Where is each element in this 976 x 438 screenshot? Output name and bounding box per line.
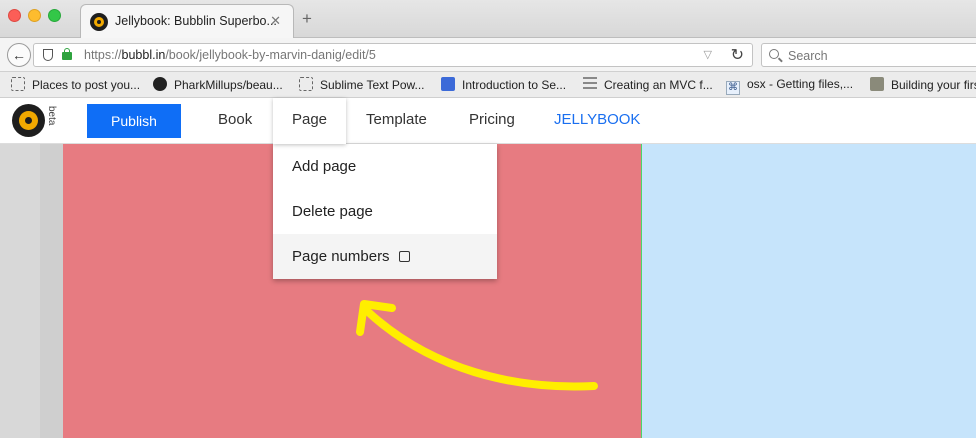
browser-nav-bar: ← https://bubbl.in/book/jellybook-by-mar… xyxy=(0,38,976,72)
reload-icon[interactable]: ↻ xyxy=(731,45,744,65)
nav-jellybook[interactable]: JELLYBOOK xyxy=(554,98,640,144)
browser-tab-bar: Jellybook: Bubblin Superbo... ✕ + xyxy=(0,0,976,39)
nav-pricing[interactable]: Pricing xyxy=(469,98,515,144)
bookmark-item[interactable]: Creating an MVC f... xyxy=(583,77,713,93)
page-icon xyxy=(299,77,313,91)
url-domain: bubbl.in xyxy=(121,48,166,62)
publish-button[interactable]: Publish xyxy=(87,104,181,138)
bookmark-item[interactable]: PharkMillups/beau... xyxy=(153,77,283,93)
shield-icon xyxy=(43,49,53,61)
new-tab-button[interactable]: + xyxy=(302,10,312,27)
bookmark-item[interactable]: ⌘ osx - Getting files,... xyxy=(726,77,853,95)
search-icon xyxy=(769,49,779,59)
url-text[interactable]: https://bubbl.in/book/jellybook-by-marvi… xyxy=(84,48,376,62)
nav-page[interactable]: Page xyxy=(273,98,346,144)
page-icon xyxy=(11,77,25,91)
window-zoom-button[interactable] xyxy=(48,9,61,22)
jellybook-favicon-icon xyxy=(90,13,108,31)
window-minimize-button[interactable] xyxy=(28,9,41,22)
lock-icon xyxy=(62,48,72,60)
tab-close-icon[interactable]: ✕ xyxy=(270,13,281,29)
bookmark-item[interactable]: Introduction to Se... xyxy=(441,77,566,93)
page-numbers-item[interactable]: Page numbers xyxy=(273,234,497,279)
app-header: beta Publish Book Page Template Pricing … xyxy=(0,98,976,144)
command-icon: ⌘ xyxy=(726,81,740,95)
search-placeholder: Search xyxy=(788,49,828,63)
beta-label: beta xyxy=(46,106,57,126)
back-button[interactable]: ← xyxy=(7,43,31,67)
browser-tab[interactable]: Jellybook: Bubblin Superbo... ✕ xyxy=(80,4,294,39)
window-close-button[interactable] xyxy=(8,9,21,22)
left-gutter xyxy=(0,144,40,438)
bubblin-logo[interactable] xyxy=(12,104,45,137)
page-menu-dropdown: Add page Delete page Page numbers xyxy=(273,144,497,279)
annotation-arrow xyxy=(356,300,598,391)
add-page-item[interactable]: Add page xyxy=(273,144,497,189)
tool-icon xyxy=(870,77,884,91)
html5-icon xyxy=(441,77,455,91)
bookmarks-bar: Places to post you... PharkMillups/beau.… xyxy=(0,72,976,98)
right-book-page[interactable] xyxy=(641,144,976,438)
page-numbers-label: Page numbers xyxy=(292,248,390,265)
page-numbers-checkbox[interactable] xyxy=(398,251,410,262)
sliders-icon xyxy=(583,77,597,91)
nav-template[interactable]: Template xyxy=(366,98,427,144)
search-bar[interactable]: Search xyxy=(761,43,976,67)
bookmark-item[interactable]: Sublime Text Pow... xyxy=(299,77,425,93)
nav-book[interactable]: Book xyxy=(218,98,252,144)
url-bar[interactable]: https://bubbl.in/book/jellybook-by-marvi… xyxy=(33,43,753,67)
tab-title: Jellybook: Bubblin Superbo... xyxy=(115,14,277,28)
url-dropdown-icon[interactable]: ▽ xyxy=(704,48,712,61)
delete-page-item[interactable]: Delete page xyxy=(273,189,497,234)
book-spine xyxy=(40,144,63,438)
bookmark-item[interactable]: Places to post you... xyxy=(11,77,140,93)
github-icon xyxy=(153,77,167,91)
bookmark-item[interactable]: Building your firs xyxy=(870,77,976,93)
